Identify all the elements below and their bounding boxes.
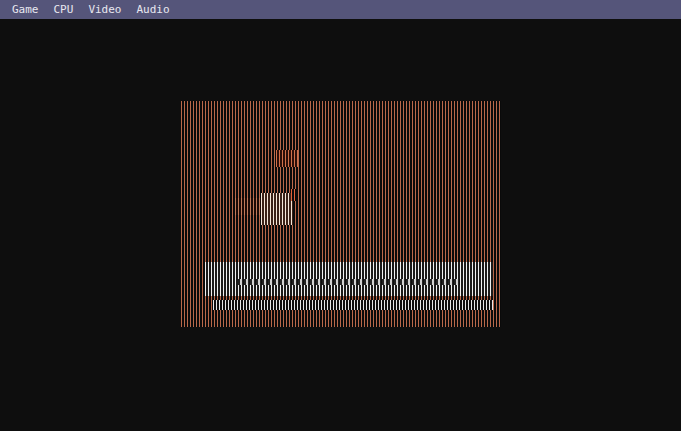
game-screen[interactable] [181, 101, 501, 327]
panel-row [238, 279, 460, 285]
text-panel [205, 262, 493, 296]
sprite-block [235, 198, 261, 215]
panel-line [213, 300, 493, 310]
menu-item[interactable]: Game [4, 0, 46, 19]
menu-bar: GameCPUVideoAudio [0, 0, 681, 19]
menu-item[interactable]: Audio [129, 0, 177, 19]
sprite-block [276, 150, 298, 167]
menu-item[interactable]: Video [80, 0, 128, 19]
emulator-window: GameCPUVideoAudio [0, 0, 681, 431]
sprite-block [261, 193, 293, 225]
menu-item[interactable]: CPU [46, 0, 81, 19]
sprite-block [291, 189, 297, 201]
game-stage [0, 19, 681, 431]
